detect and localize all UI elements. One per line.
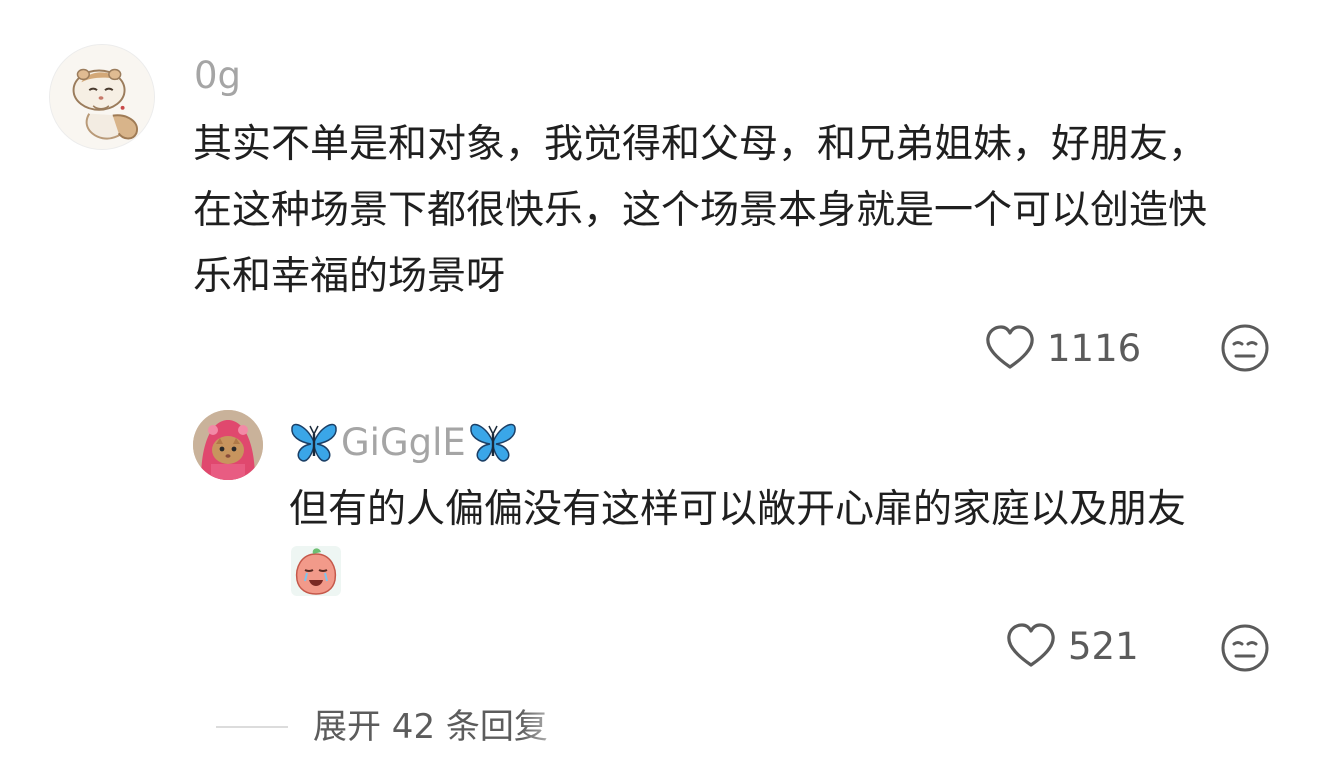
like-action-main[interactable]: 1116 (985, 325, 1141, 371)
like-button[interactable]: 521 (1006, 623, 1139, 669)
reply-username[interactable]: GiGglE (289, 420, 518, 464)
blue-butterfly-icon (468, 420, 518, 464)
cat-in-pink-hood-icon (193, 410, 263, 480)
avatar-reply-commenter[interactable] (193, 410, 263, 480)
commenter-username[interactable]: 0g (194, 57, 241, 94)
blue-butterfly-icon (289, 420, 339, 464)
expand-divider (216, 726, 288, 728)
crying-peach-sticker-icon (291, 546, 341, 596)
meh-face-icon[interactable] (1220, 323, 1270, 373)
watermark-overlay (520, 708, 810, 754)
like-count: 521 (1068, 624, 1139, 668)
meh-face-icon[interactable] (1220, 623, 1270, 673)
like-button[interactable]: 1116 (985, 325, 1141, 371)
reply-body: 但有的人偏偏没有这样可以敞开心扉的家庭以及朋友 (289, 487, 1187, 532)
avatar-main-commenter[interactable] (49, 44, 155, 150)
comment-body: 其实不单是和对象，我觉得和父母，和兄弟姐妹，好朋友，在这种场景下都很快乐，这个场… (193, 122, 1208, 299)
like-count: 1116 (1047, 326, 1142, 370)
heart-outline-icon (985, 325, 1035, 371)
like-action-reply[interactable]: 521 (1006, 623, 1139, 669)
hamster-avatar-icon (50, 45, 154, 149)
heart-outline-icon (1006, 623, 1056, 669)
expand-replies-button[interactable]: 展开 42 条回复 (313, 705, 548, 749)
reply-username-text: GiGglE (341, 420, 466, 464)
